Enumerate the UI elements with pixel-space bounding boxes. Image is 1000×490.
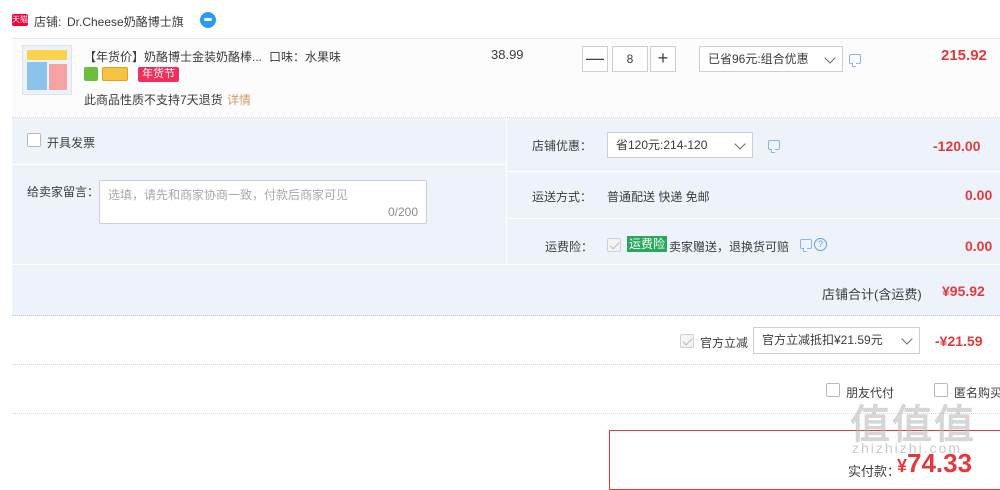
item-promotion-select[interactable]: 已省96元:组合优惠 [699,46,843,72]
item-promotion-value: 已省96元:组合优惠 [708,52,809,66]
divider [507,218,1000,219]
insurance-chat-icon[interactable] [800,239,812,252]
shop-discount-amount: -120.00 [933,138,981,154]
shipping-insurance-description: 卖家赠送，退换货可赔 [669,240,790,254]
shop-label: 店铺: [34,15,62,29]
divider [12,164,506,165]
message-char-counter: 0/200 [387,205,418,219]
currency-symbol: ¥ [897,456,908,476]
payment-label: 实付款： [848,464,901,479]
seller-message-box[interactable]: 0/200 [99,180,427,224]
seller-message-label: 给卖家留言： [27,185,100,199]
official-discount-checkbox [680,334,694,348]
shipping-amount: 0.00 [965,187,993,203]
official-discount-value: 官方立减抵扣¥21.59元 [762,333,883,347]
seller-message-input[interactable] [108,186,418,206]
quantity-input[interactable] [612,46,648,72]
invoice-checkbox[interactable] [27,133,41,147]
product-title-link[interactable]: 【年货价】奶酪博士金装奶酪棒... [84,48,264,65]
shipping-method-label: 运送方式： [532,190,593,204]
product-thumbnail[interactable] [22,45,72,95]
quantity-increase-button[interactable]: + [650,46,676,72]
invoice-label[interactable]: 开具发票 [47,134,95,151]
watermark-text: zhizhizhi.com [852,440,963,456]
unit-price: 38.99 [491,47,524,62]
shipping-method-value: 普通配送 快递 免邮 [607,190,710,204]
shop-discount-label: 店铺优惠： [532,139,593,153]
help-icon[interactable]: ? [814,238,827,251]
chevron-down-icon [901,333,913,345]
shop-discount-select[interactable]: 省120元:214-120 [607,132,753,158]
product-sku: 口味：水果味 [269,50,342,64]
quantity-decrease-button[interactable]: — [582,46,608,72]
shipping-insurance-tag: 运费险 [627,236,668,252]
official-discount-amount: -¥21.59 [935,333,983,349]
shop-name-link[interactable]: Dr.Cheese奶酪博士旗 [67,13,184,30]
chevron-down-icon [824,52,836,64]
divider [12,364,1000,365]
shop-discount-value: 省120元:214-120 [616,138,708,152]
details-link[interactable]: 详情 [227,91,251,108]
promo-info-chat-icon[interactable] [849,54,861,67]
official-discount-label: 官方立减 [700,336,749,350]
chevron-down-icon [734,138,746,150]
new-year-festival-tag: 年货节 [138,67,179,82]
shop-total-label: 店铺合计(含运费) [822,287,922,302]
shipping-insurance-amount: 0.00 [965,238,993,254]
shop-discount-info-icon[interactable] [768,140,780,153]
official-discount-select[interactable]: 官方立减抵扣¥21.59元 [753,327,920,354]
item-total-price: 215.92 [941,47,987,64]
no-return-notice: 此商品性质不支持7天退货 [84,93,223,107]
wangwang-chat-icon[interactable] [200,12,216,28]
tmall-badge-icon: 天猫 [12,14,28,26]
divider [507,171,1000,172]
service-badge-icon [84,67,98,81]
divider [12,264,1000,265]
card-payment-icon [102,67,128,81]
friend-pay-checkbox[interactable] [826,383,840,397]
panel-divider [506,118,507,264]
shop-total-amount: ¥95.92 [942,283,985,299]
shipping-insurance-label: 运费险： [545,240,594,254]
shipping-insurance-checkbox [607,238,621,252]
